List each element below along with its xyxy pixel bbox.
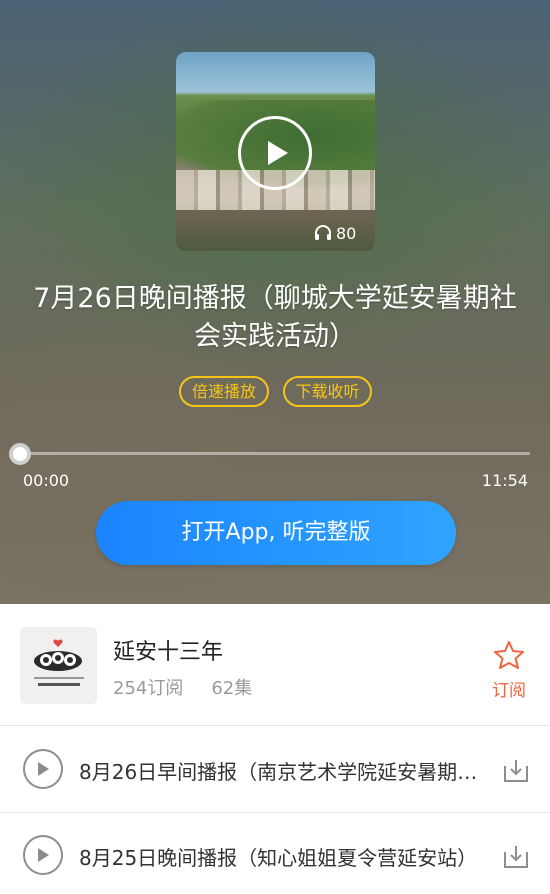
episode-title: 7月26日晚间播报（聊城大学延安暑期社会实践活动） (33, 283, 517, 352)
player-header: 80 7月26日晚间播报（聊城大学延安暑期社会实践活动） 倍速播放 下载收听 0… (0, 0, 550, 604)
episode-play-button[interactable] (23, 749, 63, 789)
play-count: 80 (314, 223, 356, 243)
progress-handle[interactable] (9, 443, 31, 465)
play-icon (38, 848, 49, 862)
star-icon (494, 641, 524, 669)
play-icon (268, 141, 288, 165)
album-cover[interactable] (20, 627, 97, 704)
episode-title[interactable]: 8月25日晚间播报（知心姐姐夏令营延安站） (79, 842, 484, 871)
album-row[interactable]: 延安十三年 254订阅 62集 订阅 (0, 604, 550, 726)
total-time: 11:54 (481, 471, 528, 490)
episode-title[interactable]: 8月26日早间播报（南京艺术学院延安暑期社会实践活动） (79, 756, 484, 785)
speed-button[interactable]: 倍速播放 (179, 376, 269, 407)
album-name[interactable]: 延安十三年 (113, 634, 223, 666)
subscribe-button[interactable]: 订阅 (486, 640, 532, 701)
play-icon (38, 762, 49, 776)
album-logo-icon (34, 639, 84, 686)
episode-row[interactable]: 8月25日晚间播报（知心姐姐夏令营延安站） (0, 813, 550, 894)
download-listen-button[interactable]: 下载收听 (283, 376, 372, 407)
download-icon[interactable] (502, 756, 530, 784)
play-count-value: 80 (336, 223, 357, 243)
current-time: 00:00 (23, 471, 70, 490)
play-button[interactable] (238, 116, 312, 190)
progress-track[interactable] (20, 452, 530, 455)
subscribe-label: 订阅 (492, 681, 526, 701)
episode-count: 62集 (211, 678, 253, 699)
episode-play-button[interactable] (23, 835, 63, 875)
download-icon[interactable] (502, 842, 530, 870)
subscriber-count: 254订阅 (113, 678, 184, 699)
headphones-icon (315, 225, 331, 240)
album-stats: 254订阅 62集 (113, 674, 252, 700)
open-app-button[interactable]: 打开App, 听完整版 (96, 501, 456, 565)
episode-row[interactable]: 8月26日早间播报（南京艺术学院延安暑期社会实践活动） (0, 727, 550, 813)
